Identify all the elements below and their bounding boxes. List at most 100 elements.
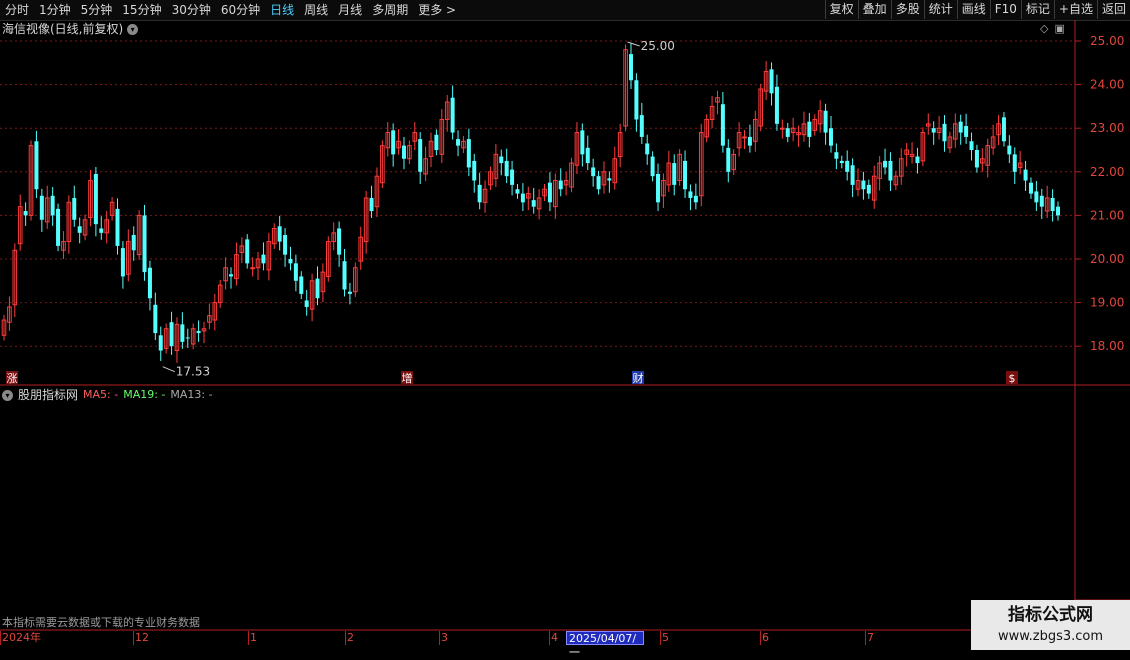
time-axis-label-7: 6 — [762, 631, 769, 644]
candle-body — [196, 330, 201, 334]
candle-body — [769, 69, 774, 94]
candle-body — [391, 130, 396, 155]
ma5-value: MA5: - — [83, 388, 119, 401]
candle-body — [683, 160, 688, 190]
low-annotation: 17.53 — [176, 365, 210, 379]
candle-body — [131, 235, 136, 251]
price-label-6: 19.00 — [1090, 296, 1124, 310]
time-axis-label-3: 2 — [347, 631, 354, 644]
candle-body — [726, 147, 731, 172]
candle-body — [785, 128, 790, 137]
candle-body — [347, 291, 352, 294]
selected-date: 2025/04/07/一 — [566, 631, 644, 659]
candle-body — [828, 128, 833, 146]
candle-body — [477, 184, 482, 203]
time-axis-tick — [865, 631, 866, 645]
time-axis-label-4: 3 — [441, 631, 448, 644]
time-axis-tick — [660, 631, 661, 645]
candle-body — [299, 276, 304, 294]
candle-body — [888, 160, 893, 181]
candle-body — [472, 160, 477, 181]
candle-body — [742, 136, 747, 139]
candle-body — [342, 261, 347, 290]
candle-body — [656, 173, 661, 203]
time-axis-tick — [0, 631, 1, 645]
candle-body — [1050, 197, 1055, 212]
event-marker-0: 涨 — [7, 372, 18, 385]
candle-body — [1028, 182, 1033, 194]
candle-body — [942, 123, 947, 142]
candle-body — [245, 239, 250, 264]
candle-body — [229, 274, 234, 277]
high-annotation: 25.00 — [641, 39, 675, 53]
candle-body — [547, 182, 552, 203]
candle-body — [883, 160, 888, 168]
price-chart[interactable]: 25.00 24.00 23.00 22.00 21.00 20.00 19.00 18.00… — [0, 0, 1130, 650]
candle-body — [958, 121, 963, 133]
price-label-3: 22.00 — [1090, 165, 1124, 179]
candle-body — [720, 104, 725, 146]
price-label-5: 20.00 — [1090, 252, 1124, 266]
candle-body — [450, 97, 455, 133]
candle-body — [520, 193, 525, 203]
candle-body — [866, 184, 871, 194]
price-label-7: 18.00 — [1090, 339, 1124, 353]
candle-body — [288, 259, 293, 264]
time-axis-tick — [549, 631, 550, 645]
chevron-down-icon[interactable]: ▾ — [2, 389, 13, 401]
candle-body — [99, 228, 104, 233]
event-marker-3: $ — [1009, 372, 1016, 385]
candle-body — [1039, 195, 1044, 207]
candle-body — [120, 248, 125, 277]
candle-body — [645, 143, 650, 155]
candle-body — [315, 278, 320, 299]
candle-body — [1012, 154, 1017, 172]
watermark-title: 指标公式网 — [1008, 605, 1093, 625]
time-axis-label-0: 2024年 — [2, 631, 41, 644]
candle-body — [845, 160, 850, 172]
indicator-name[interactable]: 股朋指标网 — [18, 387, 78, 403]
candle-body — [693, 195, 698, 203]
candle-body — [807, 121, 812, 137]
candle-body — [93, 173, 98, 225]
time-axis-label-5: 4 — [551, 631, 558, 644]
candle-body — [931, 128, 936, 133]
candle-body — [337, 228, 342, 255]
candle-body — [50, 195, 55, 216]
candle-body — [591, 167, 596, 177]
candle-body — [23, 211, 28, 216]
candle-body — [1001, 117, 1006, 142]
candle-body — [158, 335, 163, 351]
time-axis-label-1: 12 — [135, 631, 149, 644]
candle-body — [169, 322, 174, 347]
candle-body — [1056, 206, 1060, 216]
ma19-value: MA19: - — [123, 388, 166, 401]
watermark-url: www.zbgs3.com — [997, 629, 1104, 644]
candle-body — [401, 145, 406, 159]
time-axis-tick — [760, 631, 761, 645]
candle-body — [499, 156, 504, 164]
candle-body — [861, 180, 866, 190]
candle-body — [639, 115, 644, 137]
candle-body — [185, 337, 190, 339]
candle-body — [969, 141, 974, 150]
candle-body — [1023, 169, 1028, 181]
candle-body — [747, 136, 752, 146]
candle-body — [34, 141, 39, 190]
candle-body — [823, 110, 828, 133]
candle-body — [293, 263, 298, 281]
event-marker-2: 财 — [633, 371, 644, 385]
low-annotation-line — [162, 366, 175, 373]
candle-body — [596, 176, 601, 190]
candle-body — [369, 197, 374, 212]
candle-body — [77, 226, 82, 233]
candle-body — [418, 139, 423, 172]
time-axis-label-8: 7 — [867, 631, 874, 644]
candle-body — [834, 152, 839, 159]
candle-body — [672, 163, 677, 185]
time-axis-tick — [345, 631, 346, 645]
candle-body — [304, 300, 309, 307]
time-axis-label-2: 1 — [250, 631, 257, 644]
candle-body — [774, 86, 779, 124]
sub-chart-title-bar: ▾ 股朋指标网 MA5: - MA19: - MA13: - — [2, 387, 213, 403]
